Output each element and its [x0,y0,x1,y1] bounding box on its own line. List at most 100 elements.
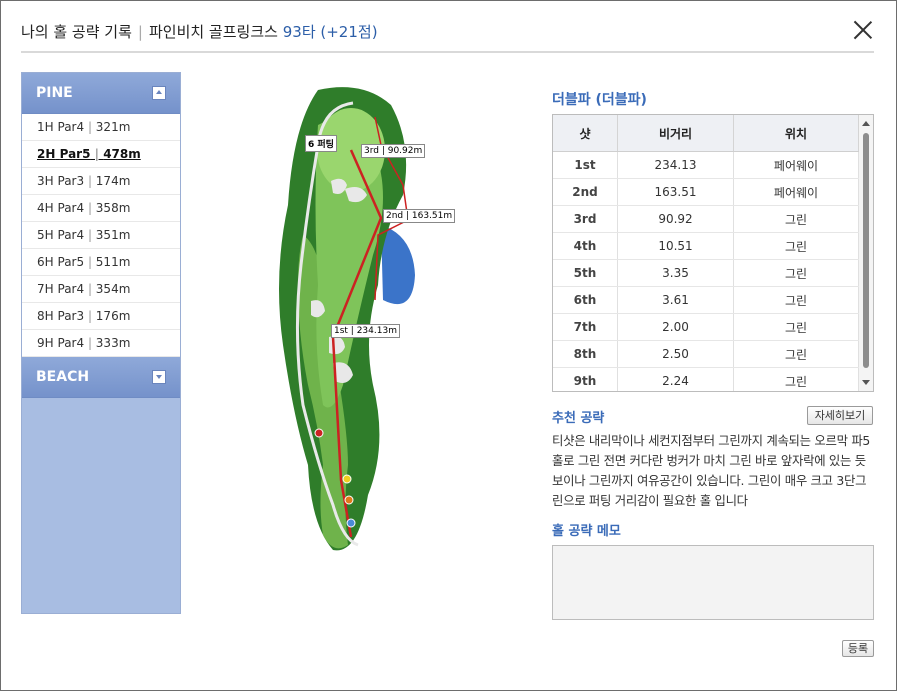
hole-separator: | [90,147,104,161]
hole-par: Par3 [57,174,85,188]
water-hazard [381,225,415,305]
putt-count-label: 6 퍼팅 [305,135,337,152]
shot-label-1st: 1st | 234.13m [331,324,400,338]
distance-cell: 163.51 [617,178,734,206]
shot-cell: 2nd [553,178,618,206]
tee-marker [342,474,352,484]
position-cell: 그린 [733,232,859,260]
shot-table-body: 1st 234.13 페어웨이 2nd 163.51 페어웨이 3rd 90.92 그린 4th 1… [553,151,859,391]
expand-icon[interactable] [152,370,166,384]
column-header-position: 위치 [733,115,859,152]
hole-number-par: 6H [37,255,54,269]
hole-number-par: 4H [37,201,54,215]
hole-number-par: 5H [37,228,54,242]
table-row: 7th 2.00 그린 [553,313,859,341]
distance-cell: 2.00 [617,313,734,341]
hole-number-par: 3H [37,174,54,188]
course-name: 파인비치 골프링크스 [148,23,278,41]
shot-table-header: 샷 비거리 위치 [553,115,859,152]
hole-separator: | [84,336,96,350]
position-cell: 그린 [733,367,859,391]
dialog-title: 나의 홀 공략 기록 | 파인비치 골프링크스 93타 (+21점) [21,21,378,42]
position-cell: 그린 [733,340,859,368]
score-summary: 93타 (+21점) [282,23,378,41]
shot-label-2nd: 2nd | 163.51m [383,209,456,223]
distance-cell: 90.92 [617,205,734,233]
distance-cell: 3.35 [617,259,734,287]
hole-par: Par5 [59,147,91,161]
hole-distance: 358m [95,201,131,215]
shot-cell: 5th [553,259,618,287]
dialog-header: 나의 홀 공략 기록 | 파인비치 골프링크스 93타 (+21점) [21,17,874,53]
hole-distance: 176m [95,309,131,323]
hole-map: 6 퍼팅 1st | 234.13m 2nd | 163.51m 3rd | 9… [263,85,456,567]
position-cell: 페어웨이 [733,151,859,179]
hole-distance: 351m [95,228,131,242]
hole-item-1h[interactable]: 1H Par4 | 321m [22,114,180,141]
shot-table-scrollbar[interactable] [859,115,873,391]
shot-cell: 4th [553,232,618,260]
table-row: 6th 3.61 그린 [553,286,859,314]
shot-cell: 3rd [553,205,618,233]
course-label: PINE [36,85,73,101]
hole-number-par: 8H [37,309,54,323]
table-row: 9th 2.24 그린 [553,367,859,391]
shot-cell: 7th [553,313,618,341]
hole-par: Par4 [57,228,85,242]
hole-par: Par4 [57,120,85,134]
course-label: BEACH [36,369,90,385]
scroll-down-icon[interactable] [862,380,870,385]
tee-marker [346,518,356,528]
hole-item-7h[interactable]: 7H Par4 | 354m [22,276,180,303]
column-header-shot: 샷 [553,115,618,152]
table-row: 4th 10.51 그린 [553,232,859,260]
hole-item-3h[interactable]: 3H Par3 | 174m [22,168,180,195]
hole-list: 1H Par4 | 321m 2H Par5 | 478m 3H Par3 | 17… [22,114,180,357]
hole-separator: | [84,174,96,188]
strategy-text: 티샷은 내리막이나 세컨지점부터 그린까지 계속되는 오르막 파5홀로 그린 전… [552,433,870,508]
shot-cell: 8th [553,340,618,368]
column-header-distance: 비거리 [617,115,734,152]
table-row: 2nd 163.51 페어웨이 [553,178,859,206]
close-icon[interactable] [852,19,874,41]
hole-item-9h[interactable]: 9H Par4 | 333m [22,330,180,357]
distance-cell: 10.51 [617,232,734,260]
hole-item-4h[interactable]: 4H Par4 | 358m [22,195,180,222]
hole-item-5h[interactable]: 5H Par4 | 351m [22,222,180,249]
save-memo-button[interactable]: 등록 [842,640,874,657]
hole-distance: 511m [95,255,131,269]
course-header-pine[interactable]: PINE [22,73,180,114]
hole-number-par: 7H [37,282,54,296]
scroll-up-icon[interactable] [862,121,870,126]
hole-item-6h[interactable]: 6H Par5 | 511m [22,249,180,276]
detail-button[interactable]: 자세히보기 [807,406,873,425]
memo-title: 홀 공략 메모 [552,524,621,539]
table-row: 5th 3.35 그린 [553,259,859,287]
hole-par: Par4 [57,201,85,215]
table-row: 8th 2.50 그린 [553,340,859,368]
shot-table: 샷 비거리 위치 1st 234.13 페어웨이 2nd 163.51 페어웨이 3rd 90… [553,115,859,391]
result-title: 더블파 (더블파) [552,92,647,108]
memo-field[interactable] [552,545,874,620]
shot-cell: 6th [553,286,618,314]
hole-separator: | [84,255,96,269]
table-row: 1st 234.13 페어웨이 [553,151,859,179]
title-separator: | [137,23,143,41]
shot-label-3rd: 3rd | 90.92m [361,144,426,158]
course-header-beach[interactable]: BEACH [22,357,180,398]
hole-separator: | [84,309,96,323]
position-cell: 그린 [733,286,859,314]
hole-distance: 333m [95,336,131,350]
shot-cell: 9th [553,367,618,391]
scroll-thumb[interactable] [863,133,869,368]
hole-item-8h[interactable]: 8H Par3 | 176m [22,303,180,330]
page-title: 나의 홀 공략 기록 [21,23,132,41]
collapse-icon[interactable] [152,86,166,100]
hole-distance: 174m [95,174,131,188]
position-cell: 그린 [733,259,859,287]
shot-table-container: 샷 비거리 위치 1st 234.13 페어웨이 2nd 163.51 페어웨이 3rd 90… [552,114,874,392]
hole-item-2h[interactable]: 2H Par5 | 478m [22,141,180,168]
distance-cell: 3.61 [617,286,734,314]
hole-distance: 321m [95,120,131,134]
hole-number-par: 1H [37,120,54,134]
